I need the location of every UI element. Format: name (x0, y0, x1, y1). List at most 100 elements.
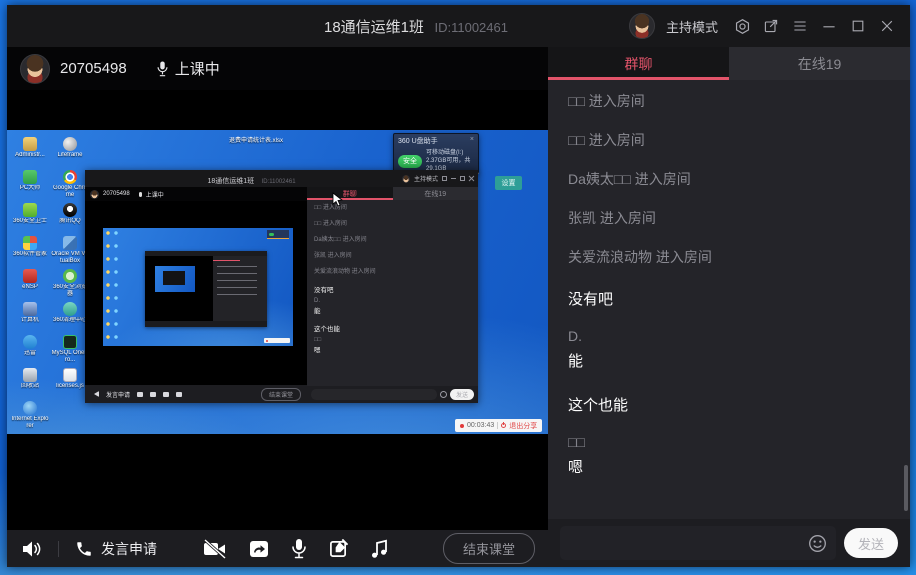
chat-message: 这个也能 (568, 396, 890, 416)
nested-class-status: 上课中 (146, 190, 164, 199)
shared-desktop: Administr... PC大师 360安全卫士 (7, 130, 548, 434)
mic-button[interactable] (291, 538, 307, 559)
desktop-icon-label: 360安全浏览器 (51, 284, 89, 298)
nested-host-avatar-small (90, 190, 99, 199)
nested-window-title: 18通信运维1班 (207, 178, 254, 185)
nested-close-icon (469, 176, 474, 181)
nested-maximize-icon (460, 176, 465, 181)
nested-chat-panel: 群聊 在线19 □□ 进入房间 □□ 进入房间 (307, 187, 478, 403)
host-info-bar: 20705498 上课中 (7, 47, 548, 90)
level2-shared-desktop (103, 228, 293, 346)
desktop-icon: Oracle VM VirtualBox (51, 235, 89, 268)
class-status-label: 上课中 (175, 58, 220, 79)
titlebar: 18通信运维1班 ID:11002461 主持模式 (7, 5, 910, 47)
desktop-icon: Google Chrome (51, 169, 89, 202)
desktop-icon-glyph (63, 269, 77, 283)
tab-online-list[interactable]: 在线19 (729, 47, 910, 80)
nested-chat-message: Da姨太□□ 进入房间 (314, 237, 471, 244)
chat-input-field[interactable] (560, 526, 836, 560)
nested-tab-online: 在线19 (393, 187, 479, 200)
hamburger-icon (792, 18, 808, 34)
nested-microphone-icon (139, 192, 142, 197)
nested-share-icon (150, 392, 156, 397)
minimize-button[interactable] (820, 17, 838, 35)
nested-mic-icon (163, 392, 169, 397)
nested-camera-icon (137, 392, 143, 397)
chat-scrollbar-thumb[interactable] (904, 465, 908, 511)
edit-pen-square-icon (329, 539, 348, 558)
level3-controls-bar (145, 321, 267, 327)
desktop-icon-glyph (23, 170, 37, 184)
music-button[interactable] (370, 539, 388, 559)
nested-room-id: ID:11002461 (262, 179, 296, 185)
desktop-icon: PC大师 (11, 169, 49, 202)
speak-request-button[interactable]: 发言申请 (75, 539, 157, 559)
desktop-icon-label: Internet Explorer (11, 416, 49, 430)
nested-end-class-button: 结束课堂 (261, 388, 301, 401)
nested-chat-message: 张凯 进入房间 (314, 253, 471, 260)
window-title: 18通信运维1班 (324, 19, 424, 36)
recording-time: 00:03:43 (467, 422, 494, 429)
nested-chat-message: 嗯 (314, 347, 471, 354)
end-class-button[interactable]: 结束课堂 (443, 533, 535, 564)
titlebar-right-cluster: 主持模式 (629, 13, 910, 39)
main-area: 20705498 上课中 (7, 47, 910, 567)
desktop-icon-label: Oracle VM VirtualBox (51, 251, 89, 265)
nested-chat-message: 这个也能 (314, 326, 471, 333)
desktop-icon: 回收站 (11, 367, 49, 400)
nested-chat-message: □□ 进入房间 (314, 221, 471, 228)
tab-group-chat[interactable]: 群聊 (548, 47, 729, 80)
level3-chat-panel (213, 256, 267, 321)
nested-chat-input (311, 389, 437, 400)
minus-icon (821, 18, 837, 34)
microphone-icon (157, 61, 168, 77)
phone-icon (75, 540, 93, 558)
nested-chat-message: D. (314, 298, 471, 305)
nested-chat-message: 没有吧 (314, 287, 471, 294)
close-button[interactable] (878, 17, 896, 35)
chat-message: □□ (568, 434, 890, 451)
nested-stage-pane: 20705498 上课中 (85, 187, 307, 403)
menu-button[interactable] (791, 17, 809, 35)
desktop-icon-glyph (63, 368, 77, 382)
host-avatar-small (20, 54, 50, 84)
classroom-app-window: 18通信运维1班 ID:11002461 主持模式 (7, 5, 910, 567)
exit-share-label: 退出分享 (509, 421, 537, 431)
popup-close-icon: × (470, 136, 474, 146)
emoji-button[interactable] (808, 534, 827, 553)
chat-message: □□ 进入房间 (568, 93, 890, 110)
desktop-icon: MySQL OnePro... (51, 334, 89, 367)
maximize-button[interactable] (849, 17, 867, 35)
chat-panel: 群聊 在线19 □□ 进入房间 □□ 进入房间 Da姨太□□ 进入房间 张凯 进… (548, 47, 910, 567)
desktop-icon-glyph (23, 203, 37, 217)
desktop-icon-glyph (23, 137, 37, 151)
desktop-icon-label: 腾讯QQ (51, 218, 89, 225)
divider (58, 541, 59, 557)
safe-badge: 安全 (398, 155, 422, 168)
nested-speak-request-label: 发言申请 (106, 390, 130, 399)
nested-minimize-icon (451, 178, 456, 179)
class-status: 上课中 (157, 58, 220, 79)
popout-button[interactable] (762, 17, 780, 35)
desktop-icon-glyph (23, 335, 37, 349)
desktop-icon-label: 计算机 (11, 317, 49, 324)
settings-button[interactable] (733, 17, 751, 35)
nested-mode-label: 主持模式 (414, 174, 438, 183)
desktop-icon-label: 迅雷 (11, 350, 49, 357)
room-id: ID:11002461 (434, 20, 508, 35)
desktop-icon-label: eNSP (11, 284, 49, 291)
camera-button[interactable] (203, 539, 227, 559)
chat-input[interactable] (569, 536, 808, 551)
whiteboard-button[interactable] (329, 539, 348, 558)
chat-message: 张凯 进入房间 (568, 210, 890, 227)
screen-share-button[interactable] (249, 539, 269, 559)
chat-message: D. (568, 328, 890, 345)
nested-titlebar-cluster: 主持模式 (402, 174, 478, 183)
desktop-icon-label: PC大师 (11, 185, 49, 192)
host-avatar[interactable] (629, 13, 655, 39)
desktop-icon: eNSP (11, 268, 49, 301)
speaker-button[interactable] (20, 538, 42, 560)
send-button[interactable]: 发送 (844, 528, 898, 558)
chat-message-list: □□ 进入房间 □□ 进入房间 Da姨太□□ 进入房间 张凯 进入房间 关爱流浪… (548, 80, 910, 519)
smiley-face-icon (808, 534, 827, 553)
